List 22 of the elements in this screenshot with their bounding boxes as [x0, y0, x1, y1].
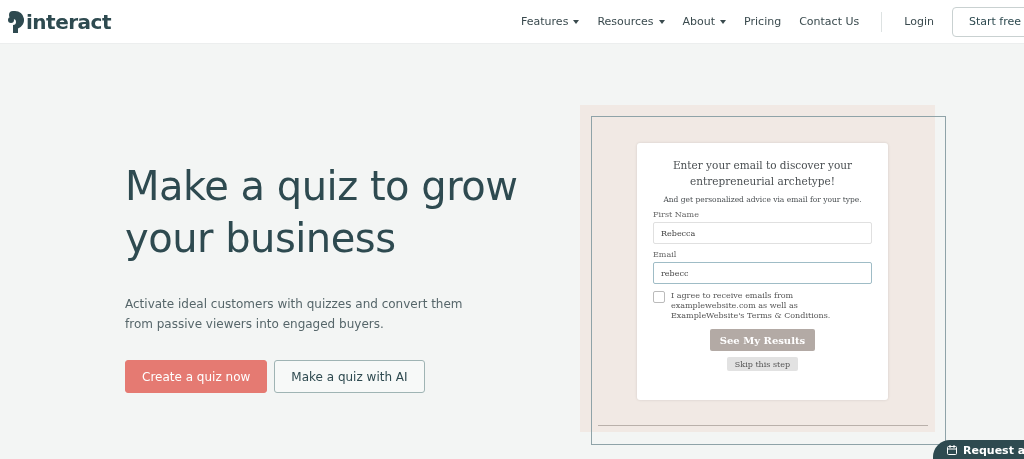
input-field[interactable]: rebecc: [653, 262, 872, 284]
calendar-icon: [947, 445, 957, 455]
nav-link[interactable]: Contact Us: [799, 15, 860, 28]
hero-subtitle: Activate ideal customers with quizzes and convert them from passive viewers into engaged buyers.: [125, 296, 464, 333]
skip-button[interactable]: Skip this step: [726, 357, 799, 371]
nav-link[interactable]: Resources: [597, 15, 665, 28]
nav-link[interactable]: Pricing: [744, 15, 782, 28]
ai-quiz-button[interactable]: Make a quiz with AI: [274, 360, 425, 393]
quiz-heading: Enter your email to discover your entrepreneurial archetype!: [671, 158, 854, 189]
logo-icon: [6, 10, 24, 33]
nav-link[interactable]: About: [682, 15, 727, 28]
input-field[interactable]: Rebecca: [653, 222, 872, 244]
nav-link[interactable]: Features: [521, 15, 580, 28]
hero-title: Make a quiz to grow your business: [125, 162, 519, 263]
start-free-button[interactable]: Start free: [951, 6, 1024, 37]
logo-text[interactable]: interact: [26, 9, 111, 34]
consent-text: I agree to receive emails from examplewebsite.com as well as ExampleWebsite's Terms & Conditions.: [671, 291, 832, 321]
field-label: First Name: [653, 210, 700, 219]
consent-checkbox[interactable]: [653, 291, 665, 303]
request-button[interactable]: Request a: [933, 440, 1024, 459]
field-label: Email: [653, 250, 678, 259]
login-link[interactable]: Login: [904, 15, 934, 28]
